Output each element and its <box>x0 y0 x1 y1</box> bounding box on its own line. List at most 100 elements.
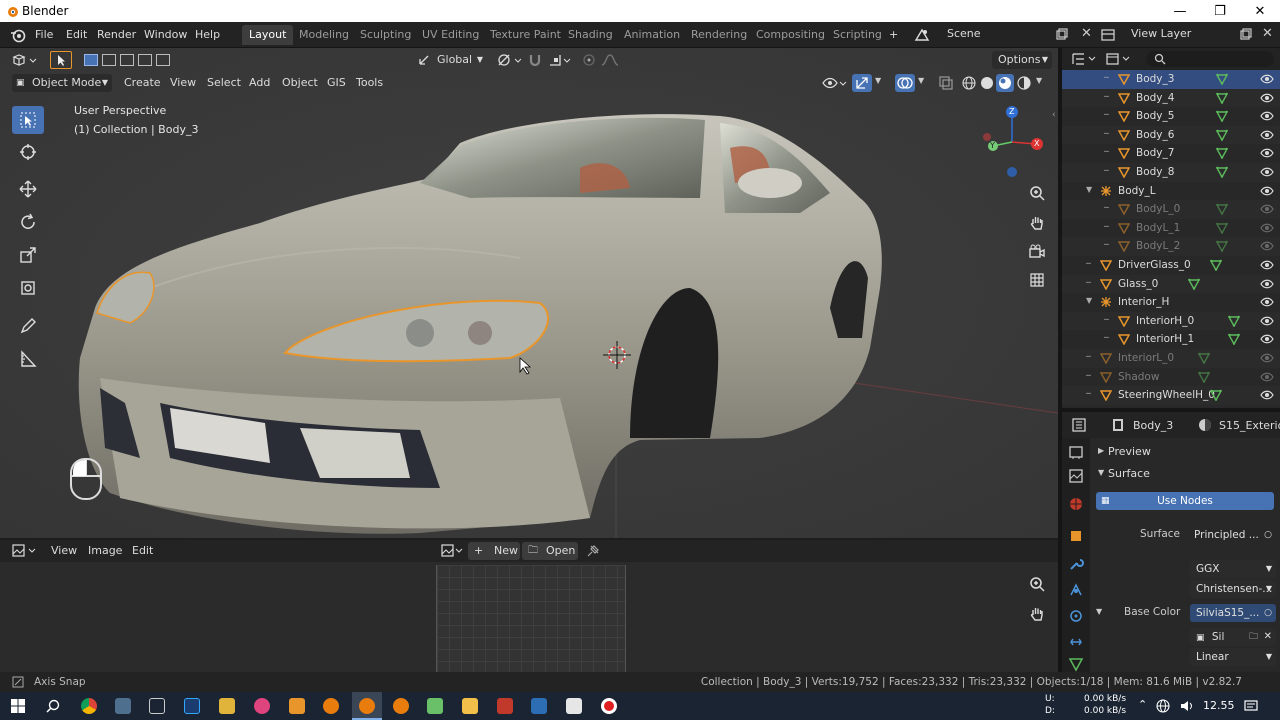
mesh-data-icon[interactable] <box>1210 259 1222 271</box>
outliner-row[interactable]: ▼ Body_L <box>1062 182 1280 201</box>
visibility-eye-icon[interactable] <box>1260 297 1274 307</box>
menu-add[interactable]: Add <box>249 76 270 89</box>
visibility-eye-icon[interactable] <box>1260 186 1274 196</box>
interpolation-dropdown[interactable]: Linear ▼ <box>1190 648 1276 666</box>
visibility-eye-icon[interactable] <box>1260 130 1274 140</box>
mesh-data-icon[interactable] <box>1216 166 1228 178</box>
network-globe-icon[interactable] <box>1156 699 1170 713</box>
visibility-eye-icon[interactable] <box>1260 148 1274 158</box>
copy-view-layer-icon[interactable] <box>1239 27 1253 41</box>
volume-icon[interactable] <box>1180 699 1194 713</box>
surface-shader-field[interactable]: Principled ... ○ <box>1190 526 1276 544</box>
recorder-taskbar-icon[interactable] <box>601 698 617 714</box>
app-taskbar-icon[interactable] <box>531 698 547 714</box>
tab-uv-editing[interactable]: UV Editing <box>415 25 486 45</box>
mesh-data-icon[interactable] <box>1198 371 1210 383</box>
menu-select[interactable]: Select <box>207 76 241 89</box>
mesh-data-icon[interactable] <box>1228 315 1240 327</box>
solid-shading-icon[interactable] <box>980 76 994 90</box>
selection-mode-buttons[interactable] <box>84 51 174 69</box>
overlay-toggle-button[interactable] <box>895 74 915 92</box>
proportional-falloff-icon[interactable] <box>600 53 628 67</box>
chrome-taskbar-icon[interactable] <box>81 698 97 714</box>
tab-scripting[interactable]: Scripting <box>826 25 889 45</box>
outliner-row[interactable]: ─ InteriorH_1 <box>1062 330 1280 349</box>
properties-panel[interactable]: Body_3 S15_Exterior ▶ Preview ▼ Surface … <box>1062 412 1280 672</box>
select-intersect-icon[interactable] <box>156 54 170 66</box>
outliner-panel[interactable]: ─ Body_3 ─ Body_4 ─ Body_5 ─ Body_6 ─ Body_7 ─ Body… <box>1062 48 1280 408</box>
constraints-tab-icon[interactable] <box>1068 634 1084 650</box>
active-tool-button[interactable] <box>50 51 72 69</box>
tab-layout[interactable]: Layout <box>242 25 294 45</box>
object-tab-icon[interactable] <box>1068 528 1084 544</box>
menu-view[interactable]: View <box>170 76 196 89</box>
preview-panel-header[interactable]: ▶ Preview <box>1092 442 1276 462</box>
transform-tool[interactable] <box>12 274 44 302</box>
mesh-data-icon[interactable] <box>1216 110 1228 123</box>
visibility-eye-icon[interactable] <box>1260 204 1274 214</box>
pan-view-button[interactable] <box>1024 210 1050 236</box>
mesh-data-icon[interactable] <box>1216 129 1228 141</box>
world-tab-icon[interactable] <box>1068 496 1084 512</box>
menu-render[interactable]: Render <box>97 28 136 41</box>
mesh-data-icon[interactable] <box>1210 389 1222 402</box>
options-dropdown[interactable]: Options ▼ <box>992 51 1052 69</box>
output-tab-icon[interactable] <box>1068 468 1084 484</box>
measure-tool[interactable] <box>12 345 44 373</box>
visibility-eye-icon[interactable] <box>1260 390 1274 400</box>
delete-view-layer-icon[interactable]: ✕ <box>1262 26 1273 41</box>
outliner-type-icon[interactable] <box>1072 52 1100 66</box>
scene-icon[interactable] <box>914 27 930 43</box>
app-taskbar-icon[interactable] <box>115 698 131 714</box>
visibility-eye-icon[interactable] <box>1260 353 1274 363</box>
outliner-row[interactable]: ─ InteriorH_0 <box>1062 311 1280 331</box>
mesh-data-icon[interactable] <box>1216 73 1228 85</box>
menu-image-edit[interactable]: Edit <box>132 544 153 557</box>
tab-sculpting[interactable]: Sculpting <box>353 25 418 45</box>
properties-type-icon[interactable] <box>1072 418 1086 432</box>
menu-image[interactable]: Image <box>88 544 122 557</box>
object-data-tab-icon[interactable] <box>1068 656 1084 672</box>
minimize-button[interactable]: — <box>1160 0 1200 22</box>
blender-taskbar-icon[interactable] <box>323 698 339 714</box>
visibility-eye-icon[interactable] <box>1260 167 1274 177</box>
sidebar-toggle-icon[interactable]: ‹ <box>1052 110 1056 120</box>
app-taskbar-icon[interactable] <box>566 698 582 714</box>
outliner-row[interactable]: ─ BodyL_0 <box>1062 200 1280 219</box>
visibility-eye-icon[interactable] <box>1260 334 1274 344</box>
open-image-button[interactable]: 🗀 Open <box>522 542 578 560</box>
chevron-down-icon[interactable]: ▼ <box>1096 607 1102 616</box>
tab-compositing[interactable]: Compositing <box>749 25 832 45</box>
outliner-row[interactable]: ─ BodyL_1 <box>1062 219 1280 238</box>
visibility-eye-icon[interactable] <box>1260 93 1274 103</box>
menu-file[interactable]: File <box>35 28 53 41</box>
outliner-row[interactable]: ─ Glass_0 <box>1062 274 1280 294</box>
view-layer-icon[interactable] <box>1100 27 1116 43</box>
select-subtract-icon[interactable] <box>120 54 134 66</box>
pivot-point-icon[interactable] <box>497 53 525 67</box>
visibility-eye-icon[interactable] <box>1260 316 1274 326</box>
rotate-tool[interactable] <box>12 208 44 236</box>
subsurface-method-dropdown[interactable]: Christensen-... ▼ <box>1190 580 1276 598</box>
outliner-row[interactable]: ─ Shadow <box>1062 368 1280 387</box>
outliner-row[interactable]: ─ DriverGlass_0 <box>1062 256 1280 275</box>
material-preview-button[interactable] <box>996 74 1014 92</box>
menu-create[interactable]: Create <box>124 76 161 89</box>
physics-tab-icon[interactable] <box>1068 608 1084 624</box>
modifier-wrench-icon[interactable] <box>1068 556 1084 572</box>
image-datablock-field[interactable]: ▣ Sil 🗀 ✕ <box>1190 628 1276 646</box>
app-taskbar-icon[interactable] <box>289 698 305 714</box>
app-taskbar-icon[interactable] <box>149 698 165 714</box>
cursor-tool[interactable] <box>12 138 44 166</box>
zoom-view-button[interactable] <box>1024 180 1050 206</box>
app-taskbar-icon[interactable] <box>497 698 513 714</box>
scene-name[interactable]: Scene <box>947 27 981 40</box>
menu-tools[interactable]: Tools <box>356 76 383 89</box>
outliner-row[interactable]: ─ Body_5 <box>1062 107 1280 126</box>
new-image-button[interactable]: + New <box>468 542 520 560</box>
mesh-data-icon[interactable] <box>1216 92 1228 104</box>
close-window-button[interactable]: ✕ <box>1240 0 1280 22</box>
snap-magnet-icon[interactable] <box>528 53 542 67</box>
mesh-data-icon[interactable] <box>1216 147 1228 160</box>
menu-window[interactable]: Window <box>144 28 187 41</box>
